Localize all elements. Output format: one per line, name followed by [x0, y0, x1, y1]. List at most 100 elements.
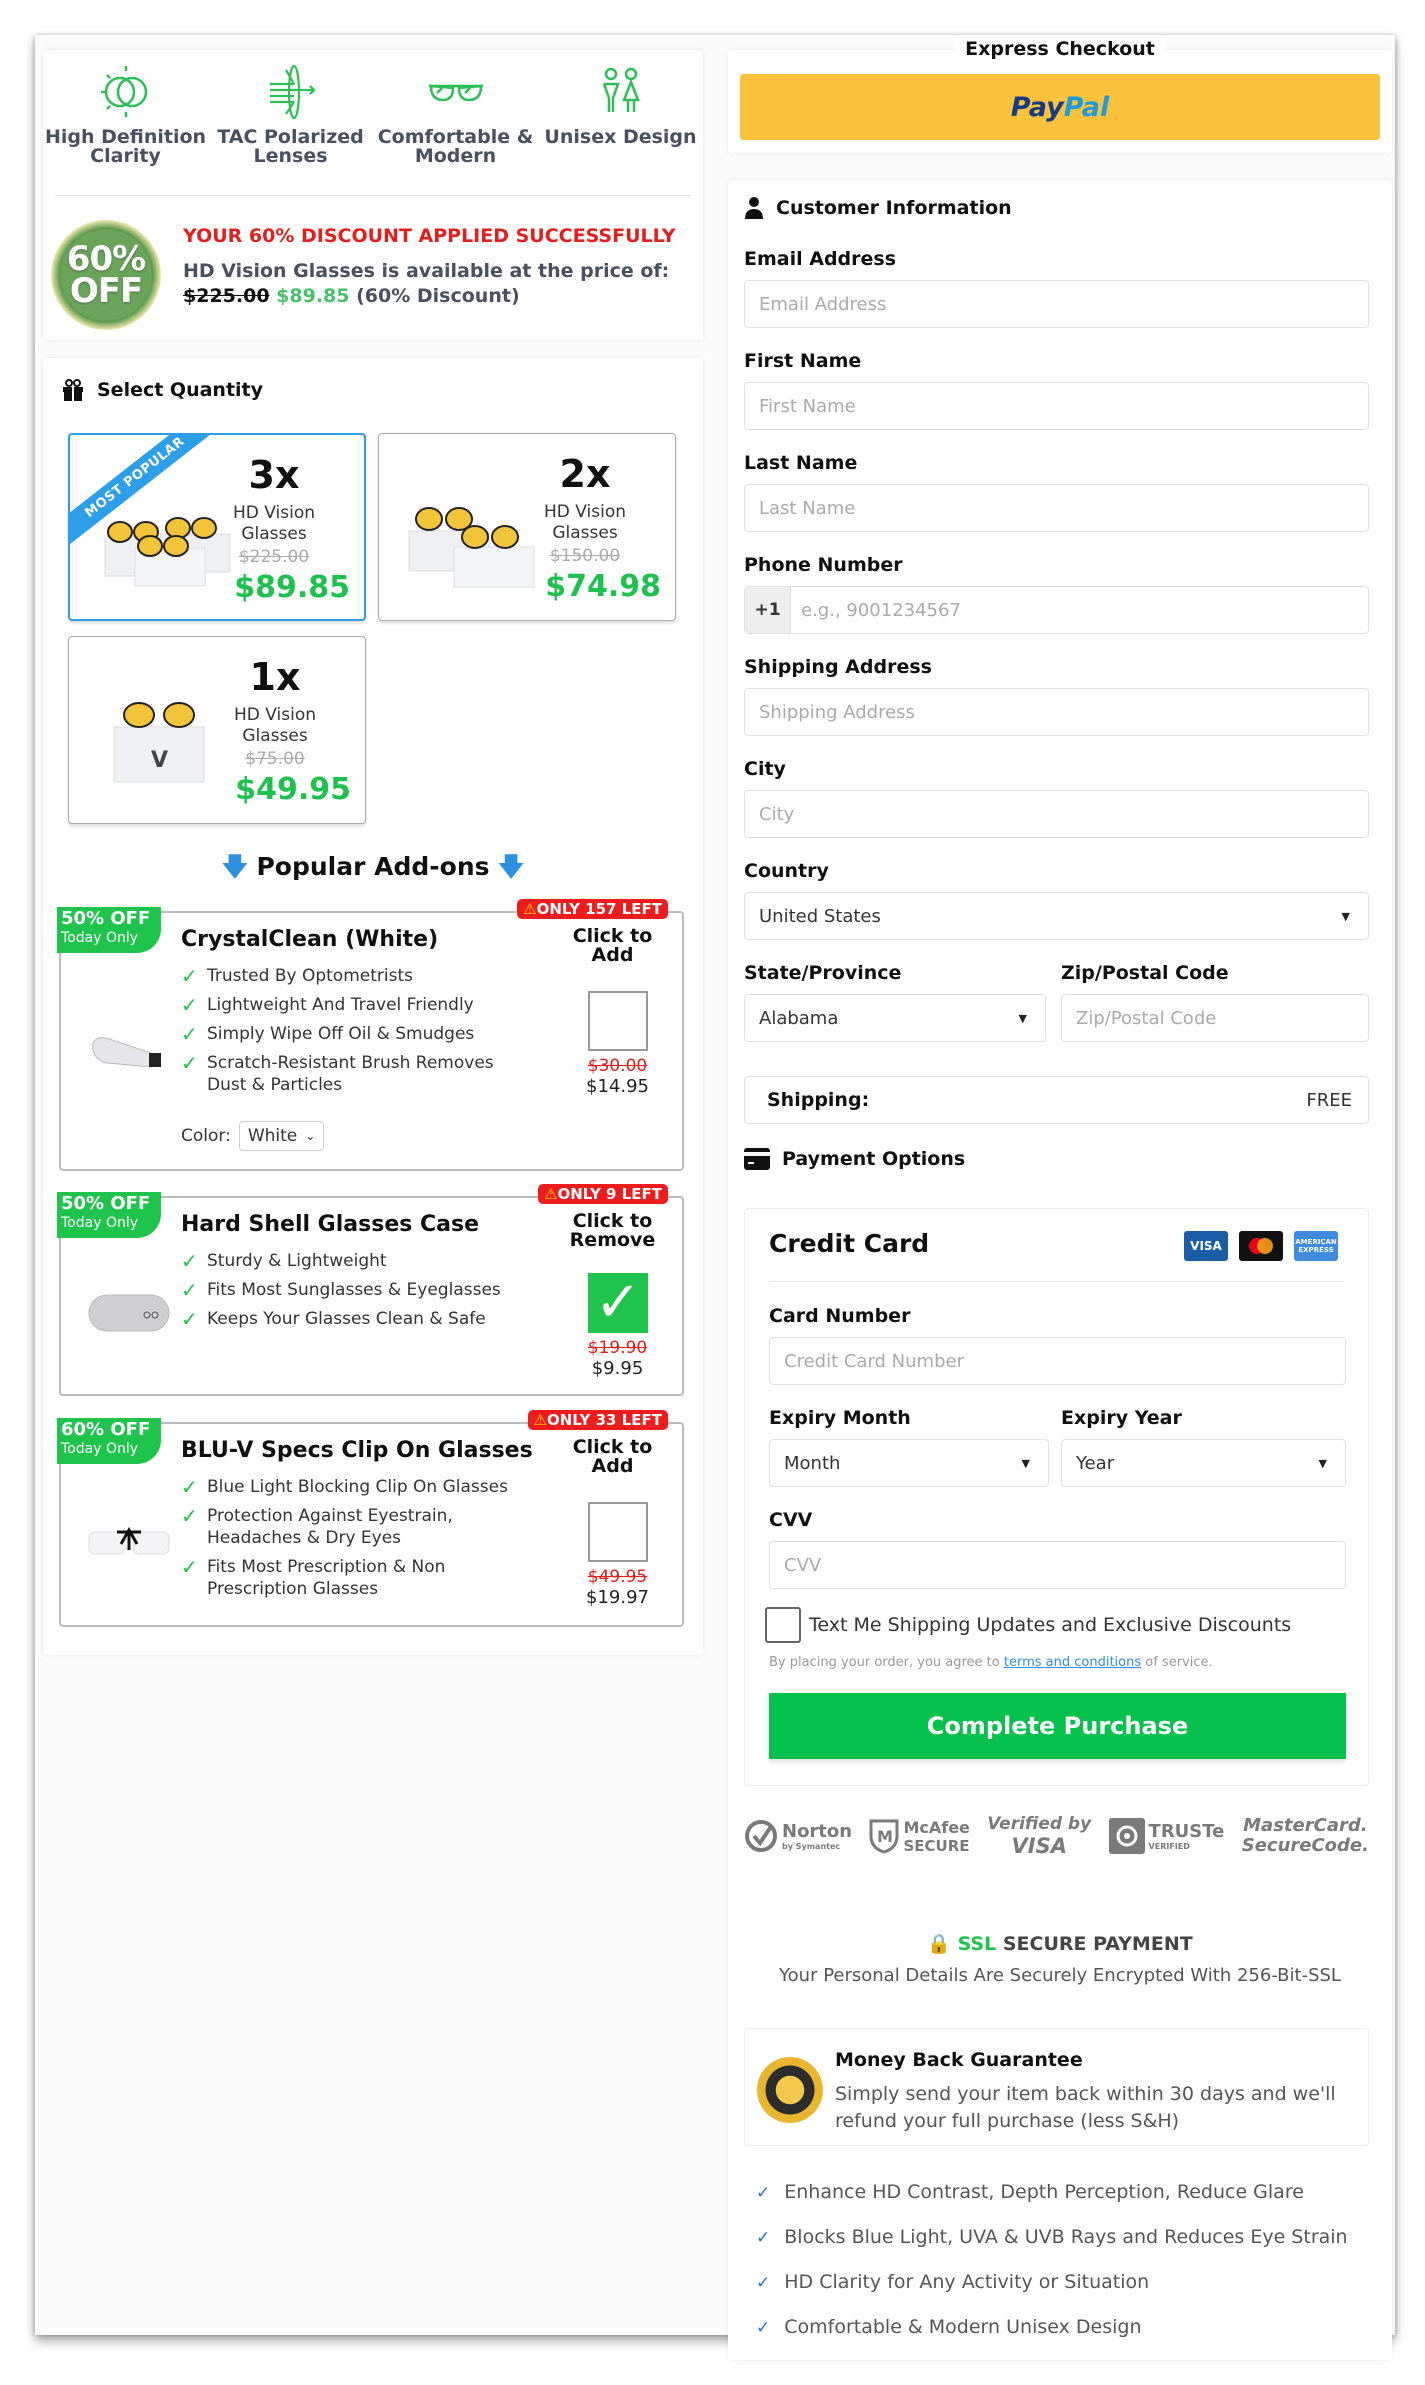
- discount-note: (60% Discount): [356, 285, 520, 307]
- expiry-month-select[interactable]: Month ▼: [769, 1439, 1049, 1487]
- feature-item: ✓ Trusted By Optometrists: [181, 964, 413, 988]
- last-name-field[interactable]: Last Name: [744, 484, 1369, 532]
- stock-badge: ⚠ONLY 33 LEFT: [527, 1410, 668, 1430]
- quantity-count: 3x: [248, 453, 300, 497]
- feature-item: ✓ Simply Wipe Off Oil & Smudges: [181, 1022, 475, 1046]
- addon-crystalclean: 50% OFF Today Only ⚠ONLY 157 LEFT Crysta…: [57, 899, 684, 1171]
- feature-item: ✓ Protection Against Eyestrain, Headaches…: [181, 1504, 453, 1548]
- feature-item: ✓ Fits Most Sunglasses & Eyeglasses: [181, 1278, 501, 1302]
- discount-tag: 50% OFF Today Only: [57, 907, 161, 953]
- glasses-case-image: [88, 1294, 170, 1332]
- truste-icon: [1108, 1818, 1145, 1854]
- expiry-month-value: Month: [784, 1452, 841, 1474]
- discount-title: YOUR 60% DISCOUNT APPLIED SUCCESSFULLY: [183, 225, 676, 247]
- expiry-year-select[interactable]: Year ▼: [1061, 1439, 1346, 1487]
- addon-clip-on-glasses: 60% OFF Today Only ⚠ONLY 33 LEFT BLU-V S…: [57, 1410, 684, 1627]
- discount-badge: 60% OFF: [51, 220, 161, 330]
- check-icon: ✓: [181, 1278, 198, 1302]
- last-name-label: Last Name: [744, 452, 858, 474]
- arrow-down-icon: 🡇: [222, 852, 248, 881]
- sunglasses-icon: [428, 84, 483, 102]
- check-icon: ✓: [756, 2318, 771, 2338]
- discount-tag-note: Today Only: [61, 1215, 139, 1231]
- phone-field[interactable]: +1 e.g., 9001234567: [744, 586, 1369, 634]
- card-number-field[interactable]: Credit Card Number: [769, 1337, 1346, 1385]
- price: $74.98: [545, 569, 661, 604]
- feature-item: ✓ Sturdy & Lightweight: [181, 1249, 387, 1273]
- addon-checkbox[interactable]: [588, 991, 648, 1051]
- addon-action-label: Click to Remove: [569, 1210, 656, 1251]
- email-field[interactable]: Email Address: [744, 280, 1369, 328]
- check-icon: ✓: [181, 1555, 198, 1579]
- phone-label: Phone Number: [744, 554, 903, 576]
- shipping-label: Shipping:: [767, 1089, 870, 1111]
- state-select[interactable]: Alabama ▼: [744, 994, 1046, 1042]
- product-name: HD Vision Glasses: [232, 503, 315, 544]
- terms-link[interactable]: terms and conditions: [1004, 1655, 1141, 1670]
- quantity-option-3x[interactable]: MOST POPULAR 3x HD Vision Glasses $225.0…: [68, 433, 366, 621]
- quantity-option-1x[interactable]: V 1x HD Vision Glasses $75.00 $49.95: [68, 636, 366, 824]
- addon-title: CrystalClean (White): [181, 927, 439, 952]
- feature-item: ✓ Fits Most Prescription & Non Prescripti…: [181, 1555, 446, 1599]
- price: $9.95: [591, 1358, 644, 1379]
- sms-opt-in[interactable]: Text Me Shipping Updates and Exclusive D…: [765, 1607, 1291, 1643]
- discount-tag-percent: 60% OFF: [61, 1419, 151, 1440]
- benefit-item: ✓ HD Clarity for Any Activity or Situatio…: [756, 2271, 1150, 2293]
- addon-title: Hard Shell Glasses Case: [181, 1212, 479, 1237]
- shipping-address-field[interactable]: Shipping Address: [744, 688, 1369, 736]
- stock-badge: ⚠ONLY 157 LEFT: [517, 899, 668, 919]
- old-price: $49.95: [587, 1567, 648, 1587]
- quantity-card: Select Quantity MOST POPULAR 3x HD Visio…: [43, 358, 703, 1655]
- country-select[interactable]: United States ▼: [744, 892, 1369, 940]
- heading-text: Select Quantity: [97, 379, 264, 401]
- feature-hd-clarity: High Definition Clarity: [43, 60, 208, 166]
- quantity-option-2x[interactable]: 2x HD Vision Glasses $150.00 $74.98: [378, 433, 676, 621]
- select-quantity-heading: Select Quantity: [61, 378, 263, 402]
- paypal-logo-pay: Pay: [1010, 91, 1064, 123]
- cvv-field[interactable]: CVV: [769, 1541, 1346, 1589]
- complete-purchase-button[interactable]: Complete Purchase: [769, 1693, 1346, 1759]
- unisex-icon: [602, 67, 640, 112]
- trust-badges: Norton by Symantec M McAfee SECURE Verifie…: [744, 1814, 1369, 1858]
- benefits-list: ✓ Enhance HD Contrast, Depth Perception, …: [756, 2180, 1348, 2360]
- shipping-address-label: Shipping Address: [744, 656, 932, 678]
- heading-text: Customer Information: [776, 197, 1012, 219]
- badge-off: OFF: [69, 271, 143, 311]
- color-select[interactable]: White ⌄: [238, 1121, 325, 1151]
- svg-text:M: M: [877, 1827, 893, 1846]
- product-name: HD Vision Glasses: [543, 502, 626, 543]
- first-name-field[interactable]: First Name: [744, 382, 1369, 430]
- city-field[interactable]: City: [744, 790, 1369, 838]
- sms-label: Text Me Shipping Updates and Exclusive D…: [809, 1614, 1292, 1636]
- addon-title: BLU-V Specs Clip On Glasses: [181, 1438, 533, 1463]
- amex-icon: AMERICAN EXPRESS: [1294, 1231, 1338, 1261]
- quantity-count: 2x: [559, 452, 611, 496]
- price: $49.95: [235, 772, 351, 807]
- ssl-heading: 🔒 SSL SECURE PAYMENT: [927, 1933, 1193, 1955]
- shipping-value: FREE: [1306, 1089, 1352, 1111]
- addon-checkbox-checked[interactable]: ✓: [588, 1273, 648, 1333]
- terms-text: By placing your order, you agree to term…: [769, 1655, 1213, 1670]
- divider: [769, 1281, 1344, 1282]
- discount-tag-note: Today Only: [61, 1441, 139, 1457]
- sms-checkbox[interactable]: [765, 1607, 801, 1643]
- zip-field[interactable]: Zip/Postal Code: [1061, 994, 1369, 1042]
- feature-label: Unisex Design: [544, 126, 697, 148]
- caret-down-icon: ▼: [1021, 1456, 1030, 1470]
- old-price: $150.00: [549, 546, 621, 566]
- zip-label: Zip/Postal Code: [1061, 962, 1229, 984]
- guarantee-title: Money Back Guarantee: [835, 2049, 1083, 2071]
- hd-clarity-icon: [100, 66, 147, 117]
- caret-down-icon: ▼: [1341, 909, 1350, 923]
- paypal-button[interactable]: Pay Pal: [740, 74, 1380, 140]
- addon-features: ✓ Sturdy & Lightweight ✓ Fits Most Sunglas…: [181, 1250, 501, 1337]
- addon-checkbox[interactable]: [588, 1502, 648, 1562]
- visa-icon: VISA: [1184, 1231, 1228, 1261]
- feature-label: Comfortable & Modern: [377, 126, 534, 167]
- phone-country-code: +1: [745, 587, 791, 633]
- discount-price-line: $225.00 $89.85 (60% Discount): [183, 285, 520, 307]
- credit-card-panel: Credit Card VISA AMERICAN EXPRESS Card N…: [744, 1208, 1369, 1786]
- stock-text: ONLY 33 LEFT: [547, 1411, 662, 1429]
- old-price: $75.00: [245, 749, 305, 769]
- mcafee-badge: M McAfee SECURE: [869, 1818, 970, 1855]
